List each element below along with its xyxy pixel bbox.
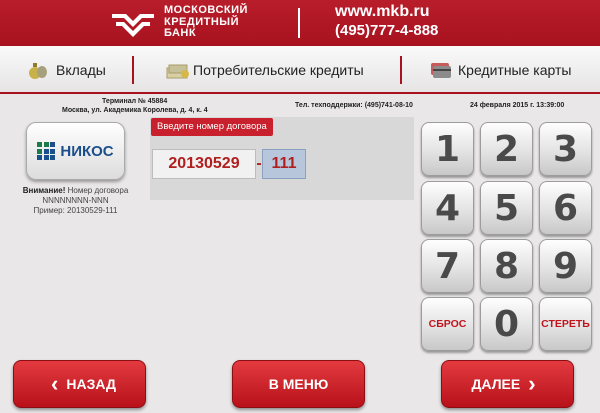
note-example: Пример: 20130529-111 xyxy=(33,206,118,215)
contract-suffix-field[interactable]: 111 xyxy=(262,149,306,179)
note-text: Номер договора xyxy=(67,186,129,195)
input-prompt: Введите номер договора xyxy=(151,118,273,136)
key-0[interactable]: 0 xyxy=(480,297,533,351)
terminal-number: Терминал № 45884 xyxy=(102,98,168,105)
cards-icon xyxy=(430,60,451,80)
key-9[interactable]: 9 xyxy=(539,239,592,293)
chevron-left-icon: ‹ xyxy=(51,371,59,396)
key-2[interactable]: 2 xyxy=(480,122,533,176)
key-1[interactable]: 1 xyxy=(421,122,474,176)
nav-divider xyxy=(400,56,402,84)
bank-website: www.mkb.ru xyxy=(335,3,430,20)
next-button-label: ДАЛЕЕ xyxy=(471,376,521,392)
bank-logo-icon xyxy=(112,14,154,37)
key-6[interactable]: 6 xyxy=(539,181,592,235)
header-bar: МОСКОВСКИЙ КРЕДИТНЫЙ БАНК www.mkb.ru (49… xyxy=(0,0,600,46)
menu-button-label: В МЕНЮ xyxy=(268,376,329,392)
chevron-right-icon: › xyxy=(528,371,536,396)
provider-name: НИКОС xyxy=(60,142,114,160)
back-button[interactable]: ‹ НАЗАД xyxy=(13,360,146,408)
support-phone: Тел. техподдержки: (495)741-08-10 xyxy=(295,102,413,109)
key-7[interactable]: 7 xyxy=(421,239,474,293)
bank-logo-text: МОСКОВСКИЙ КРЕДИТНЫЙ БАНК xyxy=(164,4,248,40)
menu-button[interactable]: В МЕНЮ xyxy=(232,360,365,408)
nikos-logo-icon xyxy=(37,142,56,160)
provider-button[interactable]: НИКОС xyxy=(26,122,125,180)
contract-format-note: Внимание! Номер договора NNNNNNNN-NNN Пр… xyxy=(8,186,143,216)
reset-key[interactable]: СБРОС xyxy=(421,297,474,351)
datetime: 24 февраля 2015 г. 13:39:00 xyxy=(470,102,565,109)
logo-line-3: БАНК xyxy=(164,27,197,39)
nav-item-consumer-loans[interactable]: Потребительские кредиты xyxy=(165,56,364,84)
top-navigation: Вклады Потребительские кредиты Кредитные… xyxy=(0,46,600,94)
header-divider xyxy=(298,8,300,38)
nav-divider xyxy=(132,56,134,84)
next-button[interactable]: ДАЛЕЕ › xyxy=(441,360,574,408)
logo-line-1: МОСКОВСКИЙ xyxy=(164,4,248,16)
nav-item-deposits[interactable]: Вклады xyxy=(28,56,106,84)
nav-item-label: Вклады xyxy=(56,62,106,78)
key-3[interactable]: 3 xyxy=(539,122,592,176)
nav-item-label: Потребительские кредиты xyxy=(193,62,364,78)
bank-phone: (495)777-4-888 xyxy=(335,22,439,39)
provider-logo: НИКОС xyxy=(37,142,114,160)
note-label: Внимание! xyxy=(22,186,66,195)
key-5[interactable]: 5 xyxy=(480,181,533,235)
money-bag-icon xyxy=(28,60,48,80)
nav-item-credit-cards[interactable]: Кредитные карты xyxy=(430,56,571,84)
note-format: NNNNNNNN-NNN xyxy=(42,196,109,205)
nav-item-label: Кредитные карты xyxy=(458,62,572,78)
cash-stack-icon xyxy=(165,60,189,80)
key-8[interactable]: 8 xyxy=(480,239,533,293)
terminal-address: Москва, ул. Академика Королева, д. 4, к.… xyxy=(62,107,208,114)
erase-key[interactable]: СТЕРЕТЬ xyxy=(539,297,592,351)
key-4[interactable]: 4 xyxy=(421,181,474,235)
contract-number-field[interactable]: 20130529 xyxy=(152,149,256,179)
back-button-label: НАЗАД xyxy=(66,376,116,392)
